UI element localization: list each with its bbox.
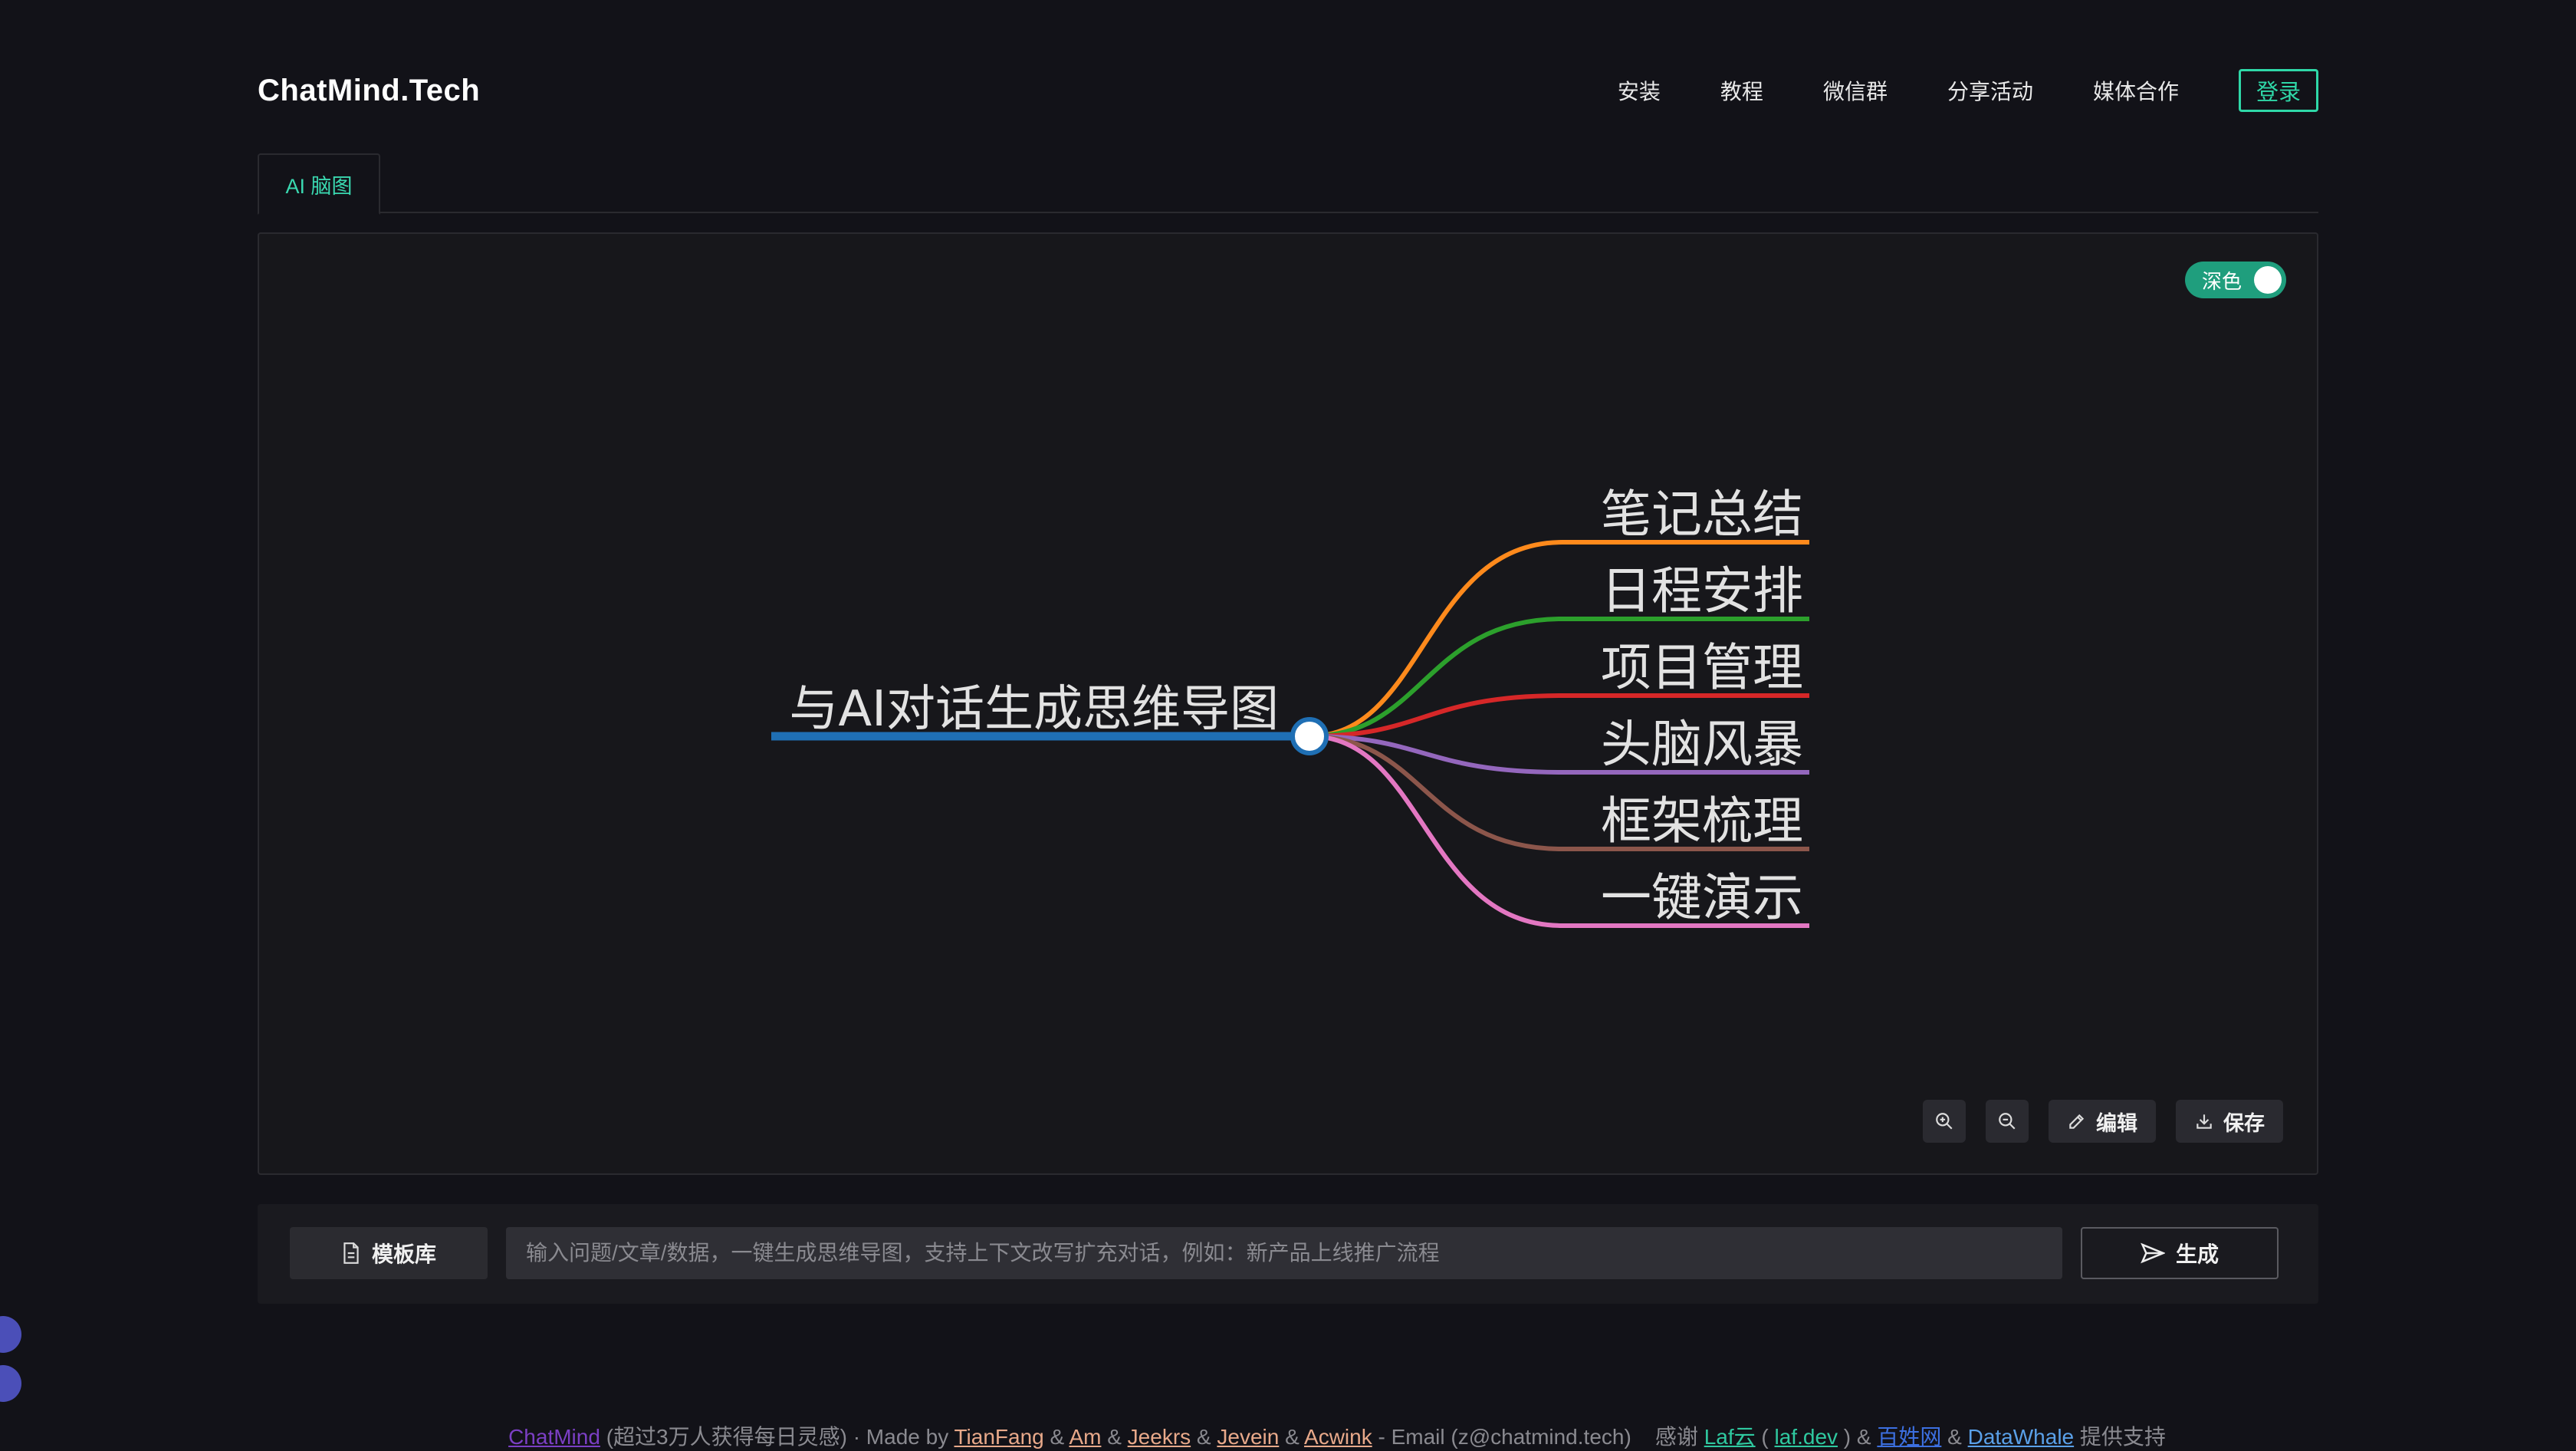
footer-author-link[interactable]: Jevein bbox=[1217, 1425, 1279, 1449]
footer-laf-dev-link[interactable]: laf.dev bbox=[1775, 1425, 1838, 1449]
generate-button[interactable]: 生成 bbox=[2081, 1227, 2279, 1279]
branch-node-label[interactable]: 框架梳理 bbox=[1601, 791, 1803, 851]
canvas-controls: 编辑 保存 bbox=[1923, 1100, 2283, 1143]
save-label: 保存 bbox=[2223, 1111, 2265, 1135]
pencil-icon bbox=[2069, 1114, 2085, 1129]
footer-datawhale-link[interactable]: DataWhale bbox=[1968, 1425, 2075, 1449]
nav-wechat-group[interactable]: 微信群 bbox=[1823, 75, 1888, 106]
login-button[interactable]: 登录 bbox=[2238, 69, 2318, 112]
branch-node-label[interactable]: 头脑风暴 bbox=[1601, 715, 1803, 774]
footer-author-link[interactable]: TianFang bbox=[954, 1425, 1043, 1449]
nav-tutorial[interactable]: 教程 bbox=[1720, 75, 1763, 106]
edit-button[interactable]: 编辑 bbox=[2049, 1100, 2156, 1143]
branch-node-label[interactable]: 日程安排 bbox=[1601, 561, 1803, 620]
document-icon bbox=[343, 1242, 359, 1264]
branch-node-label[interactable]: 笔记总结 bbox=[1601, 485, 1803, 544]
zoom-out-button[interactable] bbox=[1986, 1100, 2029, 1143]
mindmap-svg: 笔记总结日程安排项目管理头脑风暴框架梳理一键演示 与AI对话生成思维导图 bbox=[771, 485, 1809, 928]
footer-chatmind-link[interactable]: ChatMind bbox=[508, 1425, 600, 1449]
footer-author-link[interactable]: Am bbox=[1069, 1425, 1101, 1449]
tab-ai-mindmap[interactable]: AI 脑图 bbox=[258, 153, 380, 215]
template-library-label: 模板库 bbox=[371, 1242, 436, 1266]
footer: ChatMind (超过3万人获得每日灵感) · Made by TianFan… bbox=[508, 1425, 2166, 1449]
footer-author-link[interactable]: Jeekrs bbox=[1128, 1425, 1191, 1449]
footer-author-link[interactable]: Acwink bbox=[1304, 1425, 1372, 1449]
branch-node-label[interactable]: 一键演示 bbox=[1601, 868, 1803, 927]
branch-node-label[interactable]: 项目管理 bbox=[1601, 638, 1803, 697]
zoom-out-icon bbox=[1999, 1113, 2016, 1130]
footer-laf-link[interactable]: Laf云 bbox=[1704, 1425, 1756, 1449]
root-collapse-toggle[interactable] bbox=[1290, 717, 1329, 755]
brand-logo[interactable]: ChatMind.Tech bbox=[258, 74, 480, 108]
save-button[interactable]: 保存 bbox=[2176, 1100, 2283, 1143]
floating-assistant[interactable] bbox=[0, 1316, 21, 1414]
footer-tagline: (超过3万人获得每日灵感) · Made by bbox=[600, 1425, 955, 1449]
footer-support: 提供支持 bbox=[2074, 1425, 2166, 1449]
root-node-label[interactable]: 与AI对话生成思维导图 bbox=[789, 681, 1279, 738]
template-library-button[interactable]: 模板库 bbox=[290, 1227, 488, 1279]
zoom-in-icon bbox=[1936, 1113, 1953, 1130]
send-icon bbox=[2141, 1242, 2165, 1264]
nav-share-activity[interactable]: 分享活动 bbox=[1947, 75, 2033, 106]
nav-media-cooperation[interactable]: 媒体合作 bbox=[2093, 75, 2179, 106]
tab-bar: AI 脑图 bbox=[258, 153, 2318, 215]
nav-install[interactable]: 安装 bbox=[1618, 75, 1661, 106]
download-icon bbox=[2196, 1114, 2212, 1129]
assistant-bubble[interactable] bbox=[0, 1365, 21, 1402]
prompt-input[interactable] bbox=[506, 1227, 2062, 1279]
zoom-in-button[interactable] bbox=[1923, 1100, 1966, 1143]
composer-bar: 模板库 生成 bbox=[258, 1204, 2318, 1304]
assistant-bubble[interactable] bbox=[0, 1316, 21, 1353]
top-nav: 安装 教程 微信群 分享活动 媒体合作 登录 bbox=[1618, 69, 2318, 112]
footer-email: - Email (z@chatmind.tech) 感谢 bbox=[1372, 1425, 1704, 1449]
mindmap-canvas[interactable]: 深色 笔记总结 日程安排 项目管理 头脑风暴 框架梳理 一键演示 与AI对话生成思维导图 编… bbox=[258, 232, 2318, 1175]
footer-baixing-link[interactable]: 百姓网 bbox=[1877, 1425, 1941, 1449]
generate-label: 生成 bbox=[2175, 1242, 2219, 1266]
edit-label: 编辑 bbox=[2096, 1111, 2137, 1135]
header: ChatMind.Tech 安装 教程 微信群 分享活动 媒体合作 登录 bbox=[258, 66, 2318, 115]
